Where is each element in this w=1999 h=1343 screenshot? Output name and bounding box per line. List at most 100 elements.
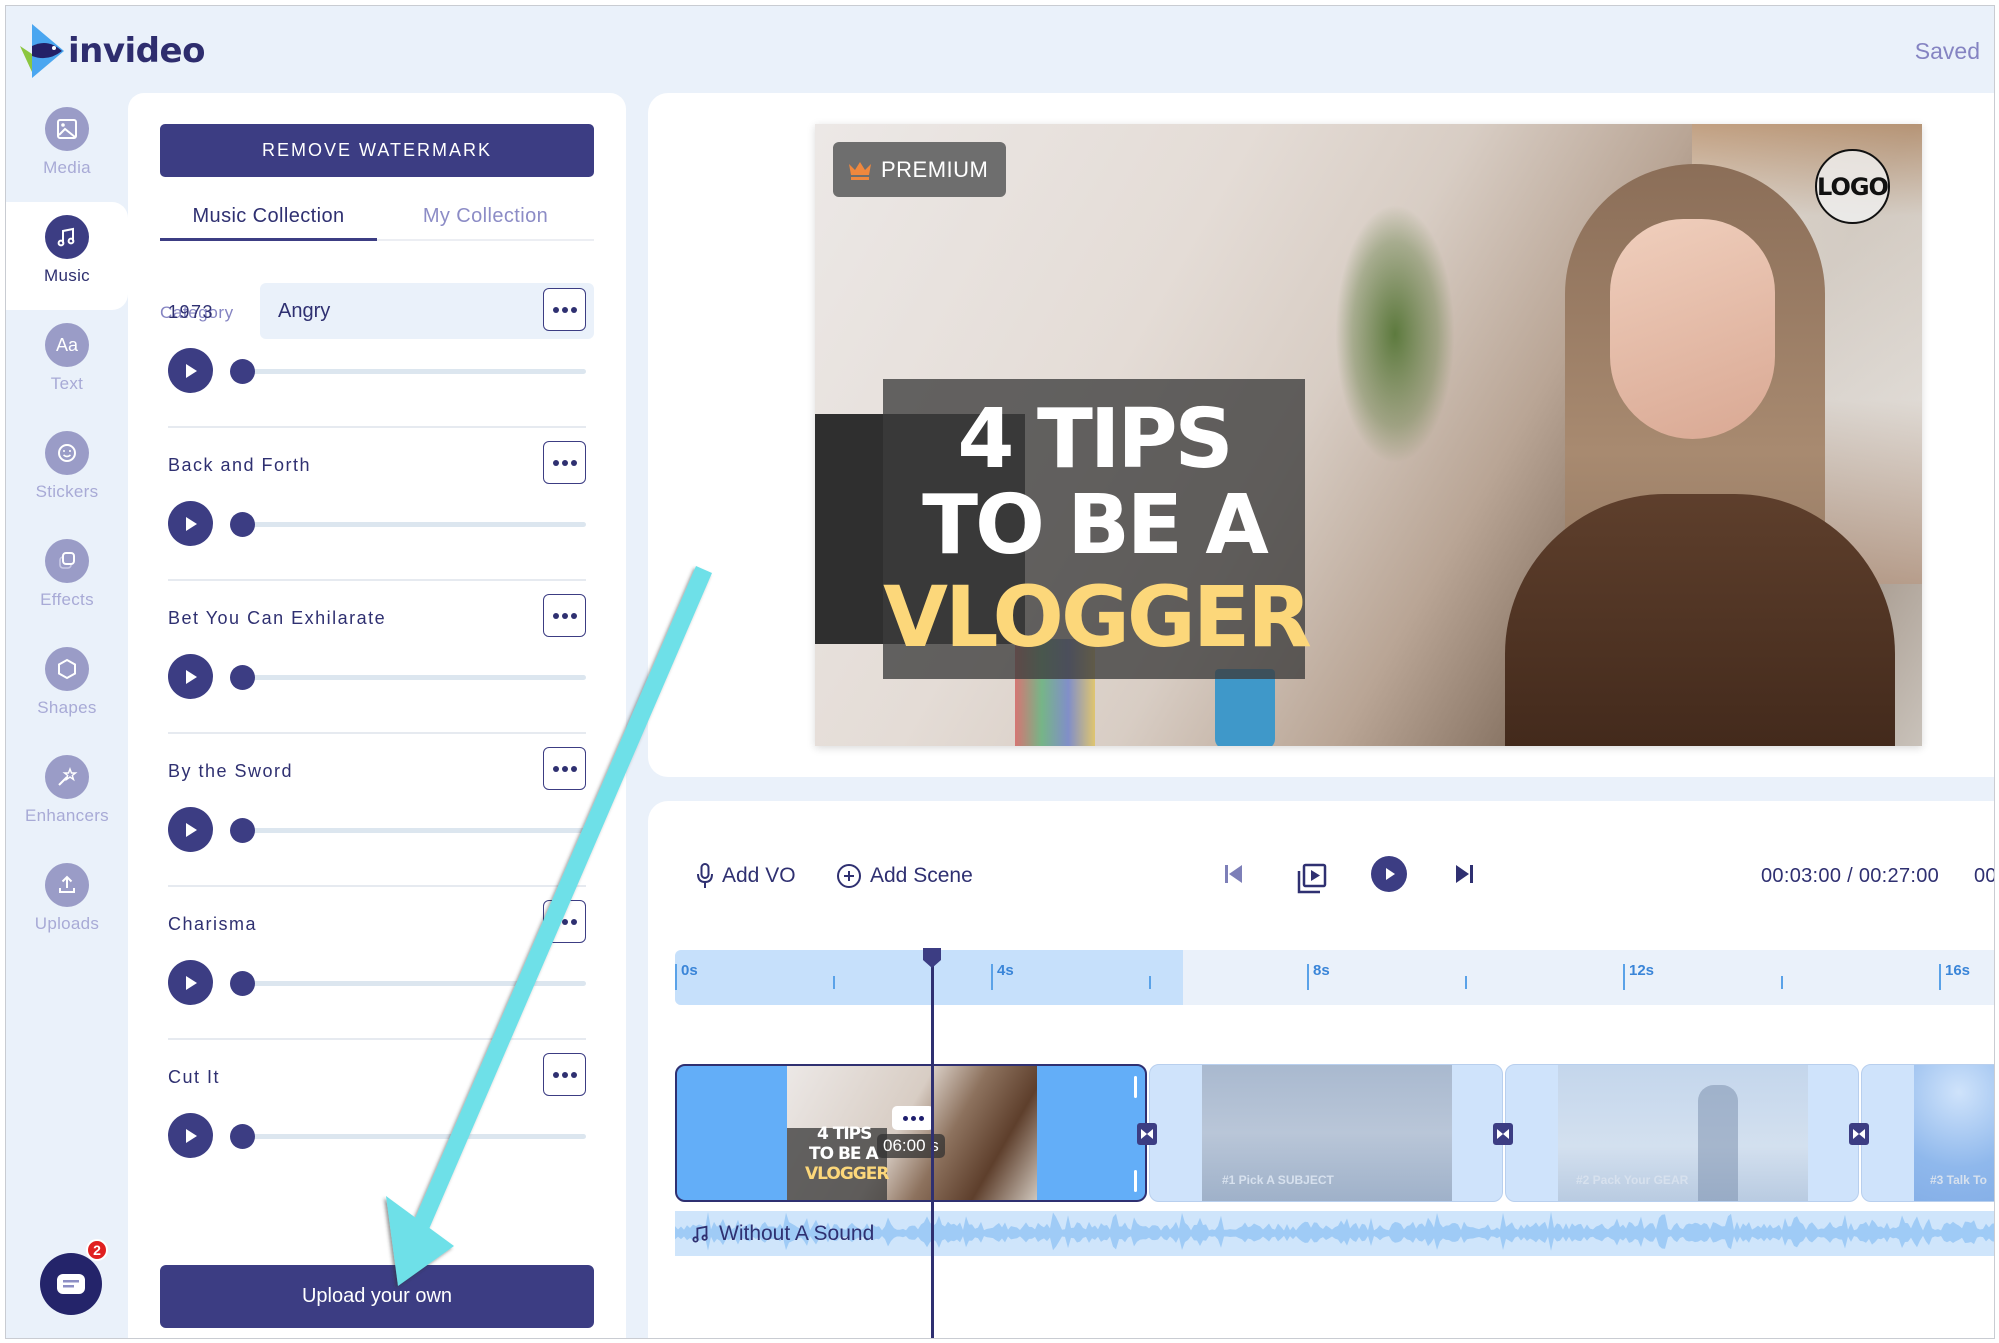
music-panel: REMOVE WATERMARK Music Collection My Col…: [128, 93, 626, 1338]
tab-my-collection[interactable]: My Collection: [377, 193, 594, 239]
timeline-ruler[interactable]: 0s 4s 8s 12s 16s: [675, 950, 1994, 1005]
scene-clip-active[interactable]: 4 TIPS TO BE A VLOGGER 06:00 s: [675, 1064, 1147, 1202]
skip-to-end-button[interactable]: [1454, 863, 1474, 885]
track-more-button[interactable]: [543, 747, 586, 790]
track-progress-knob[interactable]: [230, 1124, 255, 1149]
clip-trim-handle[interactable]: [1134, 1170, 1137, 1192]
preview-card: PREMIUM LOGO 4 TIPS TO BE A VLOGGER: [648, 93, 1994, 777]
transition-button[interactable]: [1849, 1123, 1869, 1145]
sidebar-item-uploads[interactable]: Uploads: [6, 850, 128, 958]
microphone-icon: [697, 863, 713, 888]
track-progress-slider[interactable]: [236, 1134, 586, 1139]
app-window: invideo Saved Media Music Aa Text Sticke…: [5, 5, 1995, 1339]
track-progress-slider[interactable]: [236, 369, 586, 374]
clip-trim-handle[interactable]: [1134, 1076, 1137, 1098]
track-more-button[interactable]: [543, 900, 586, 943]
preview-scene-button[interactable]: [1296, 863, 1328, 895]
sidebar-item-text[interactable]: Aa Text: [6, 310, 128, 418]
track-more-button[interactable]: [543, 441, 586, 484]
add-scene-button[interactable]: Add Scene: [836, 863, 973, 889]
brand-name: invideo: [68, 31, 205, 71]
more-dots-icon: [902, 1115, 908, 1121]
scene-thumbnail: #3 Talk To: [1914, 1065, 1994, 1201]
track-play-button[interactable]: [168, 654, 213, 699]
ruler-label: 0s: [681, 962, 698, 979]
title-overlay[interactable]: 4 TIPS TO BE A VLOGGER: [883, 379, 1312, 679]
divider: [168, 732, 586, 734]
music-tabs: Music Collection My Collection: [160, 193, 594, 241]
scene-thumbnail: 4 TIPS TO BE A VLOGGER: [787, 1066, 1037, 1200]
track-progress-slider[interactable]: [236, 675, 586, 680]
track-more-button[interactable]: [543, 288, 586, 331]
premium-badge[interactable]: PREMIUM: [833, 142, 1007, 197]
track-more-button[interactable]: [543, 594, 586, 637]
track-play-button[interactable]: [168, 1113, 213, 1158]
image-icon: [45, 107, 89, 151]
track-play-button[interactable]: [168, 807, 213, 852]
track-progress-slider[interactable]: [236, 522, 586, 527]
scene-thumbnail: #1 Pick A SUBJECT: [1202, 1065, 1452, 1201]
track-progress-knob[interactable]: [230, 359, 255, 384]
ruler-minor-tick: [1465, 976, 1467, 989]
invideo-logo-icon: [20, 24, 64, 78]
sidebar-item-shapes[interactable]: Shapes: [6, 634, 128, 742]
track-play-button[interactable]: [168, 348, 213, 393]
scene-clip[interactable]: #1 Pick A SUBJECT: [1149, 1064, 1503, 1202]
track-progress-slider[interactable]: [236, 981, 586, 986]
track-progress-knob[interactable]: [230, 818, 255, 843]
track-progress-knob[interactable]: [230, 971, 255, 996]
audio-track[interactable]: Without A Sound: [675, 1211, 1994, 1256]
playhead[interactable]: [931, 949, 934, 1338]
track-progress-knob[interactable]: [230, 512, 255, 537]
divider: [168, 885, 586, 887]
sidebar-item-effects[interactable]: Effects: [6, 526, 128, 634]
title-line-2: TO BE A: [922, 478, 1269, 573]
sidebar-item-label: Stickers: [35, 482, 99, 501]
ruler-label: 16s: [1945, 962, 1971, 979]
clip-more-button[interactable]: [892, 1106, 934, 1130]
add-scene-label: Add Scene: [870, 864, 973, 887]
track-progress-knob[interactable]: [230, 665, 255, 690]
track-progress-slider[interactable]: [236, 828, 586, 833]
skip-back-icon: [1225, 865, 1242, 883]
sidebar-item-stickers[interactable]: Stickers: [6, 418, 128, 526]
clip-title: #2 Pack Your GEAR: [1576, 1173, 1689, 1187]
track-play-button[interactable]: [168, 960, 213, 1005]
ruler-minor-tick: [1781, 976, 1783, 989]
time-readout: 00:03:00 / 00:27:00: [1761, 865, 1940, 887]
upload-icon: [45, 863, 89, 907]
transition-button[interactable]: [1493, 1123, 1513, 1145]
play-icon: [185, 516, 197, 531]
play-icon: [185, 975, 197, 990]
sidebar-item-enhancers[interactable]: Enhancers: [6, 742, 128, 850]
play-icon: [185, 669, 197, 684]
sidebar-item-music[interactable]: Music: [6, 202, 128, 310]
track-more-button[interactable]: [543, 1053, 586, 1096]
track-play-button[interactable]: [168, 501, 213, 546]
track-name: By the Sword: [168, 761, 294, 781]
logo-placeholder[interactable]: LOGO: [1815, 149, 1890, 224]
upload-your-own-button[interactable]: Upload your own: [160, 1265, 594, 1328]
scene-clip[interactable]: #3 Talk To: [1861, 1064, 1994, 1202]
play-button[interactable]: [1370, 855, 1408, 893]
add-vo-label: Add VO: [722, 864, 796, 887]
track-name: Cut It: [168, 1067, 221, 1087]
transition-button[interactable]: [1137, 1123, 1157, 1145]
scene-clip[interactable]: #2 Pack Your GEAR: [1505, 1064, 1859, 1202]
add-vo-button[interactable]: Add VO: [696, 863, 796, 889]
chat-support-button[interactable]: [40, 1253, 102, 1315]
background-plant: [1335, 204, 1455, 464]
ruler-minor-tick: [1149, 976, 1151, 989]
ruler-label: 8s: [1313, 962, 1330, 979]
skip-forward-icon: [1456, 865, 1473, 883]
invideo-logo[interactable]: invideo: [20, 24, 205, 78]
sidebar-item-label: Shapes: [37, 698, 97, 717]
remove-watermark-button[interactable]: REMOVE WATERMARK: [160, 124, 594, 177]
chat-icon: [57, 1274, 85, 1294]
plus-circle-icon: [837, 864, 861, 888]
sidebar-item-media[interactable]: Media: [6, 94, 128, 202]
music-note-icon: [692, 1225, 708, 1243]
tab-music-collection[interactable]: Music Collection: [160, 193, 377, 241]
skip-to-start-button[interactable]: [1224, 863, 1244, 885]
video-preview[interactable]: PREMIUM LOGO 4 TIPS TO BE A VLOGGER: [815, 124, 1922, 746]
